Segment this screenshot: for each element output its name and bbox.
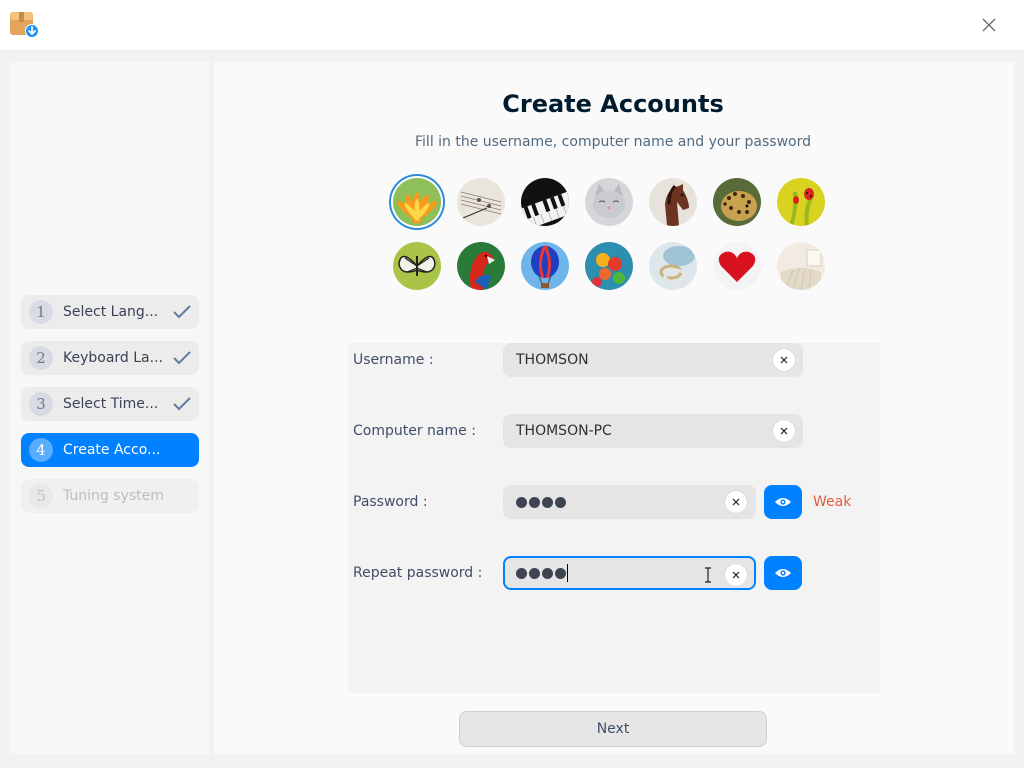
step-label: Keyboard La...: [63, 350, 163, 366]
avatar-horse[interactable]: [649, 178, 697, 226]
avatar-parrot[interactable]: [457, 242, 505, 290]
checkmark-icon: [173, 397, 191, 411]
computer-name-label: Computer name :: [353, 423, 476, 439]
repeat-password-clear-button[interactable]: [725, 564, 747, 586]
step-label: Select Lang...: [63, 304, 159, 320]
eye-icon: [775, 569, 791, 577]
clear-icon: [732, 498, 740, 506]
step-number: 3: [29, 392, 53, 416]
step-number: 2: [29, 346, 53, 370]
checkmark-icon: [173, 305, 191, 319]
username-label: Username :: [353, 352, 434, 368]
next-button[interactable]: Next: [459, 711, 767, 747]
step-select-timezone[interactable]: 3 Select Time...: [21, 387, 199, 421]
avatar-balloons[interactable]: [585, 242, 633, 290]
username-clear-button[interactable]: [773, 349, 795, 371]
clear-icon: [732, 571, 740, 579]
password-clear-button[interactable]: [725, 491, 747, 513]
repeat-password-field[interactable]: [503, 556, 756, 590]
step-label: Tuning system: [63, 488, 163, 504]
step-tuning-system: 5 Tuning system: [21, 479, 199, 513]
repeat-password-mask: [516, 567, 566, 579]
text-cursor-icon: [705, 567, 711, 583]
password-strength: Weak: [813, 494, 852, 510]
installer-package-icon: [10, 11, 40, 39]
step-keyboard-layout[interactable]: 2 Keyboard La...: [21, 341, 199, 375]
computer-name-value: THOMSON-PC: [516, 423, 612, 439]
password-show-button[interactable]: [764, 485, 802, 519]
avatar-rings[interactable]: [649, 242, 697, 290]
repeat-password-label: Repeat password :: [353, 565, 483, 581]
password-field[interactable]: [503, 485, 756, 519]
step-create-accounts[interactable]: 4 Create Acco...: [21, 433, 199, 467]
avatar-sheet-music[interactable]: [457, 178, 505, 226]
main-panel: Create Accounts Fill in the username, co…: [214, 62, 1014, 754]
password-mask: [516, 496, 566, 508]
title-bar: [0, 0, 1024, 50]
avatar-butterfly[interactable]: [393, 242, 441, 290]
page-title: Create Accounts: [502, 90, 724, 118]
avatar-heart[interactable]: [713, 242, 761, 290]
page-subtitle: Fill in the username, computer name and …: [415, 134, 811, 150]
computer-name-field[interactable]: THOMSON-PC: [503, 414, 803, 448]
step-number: 5: [29, 484, 53, 508]
clear-icon: [780, 356, 788, 364]
clear-icon: [780, 427, 788, 435]
username-field[interactable]: THOMSON: [503, 343, 803, 377]
computer-name-clear-button[interactable]: [773, 420, 795, 442]
checkmark-icon: [173, 351, 191, 365]
steps-sidebar: 1 Select Lang... 2 Keyboard La... 3 Sele…: [10, 62, 210, 754]
account-form: Username : THOMSON Computer name : THOMS…: [348, 343, 880, 693]
avatar-leopard[interactable]: [713, 178, 761, 226]
avatar-piano-keys[interactable]: [521, 178, 569, 226]
text-caret: [567, 564, 568, 582]
password-label: Password :: [353, 494, 428, 510]
avatar-ladybug[interactable]: [777, 178, 825, 226]
step-select-language[interactable]: 1 Select Lang...: [21, 295, 199, 329]
repeat-password-show-button[interactable]: [764, 556, 802, 590]
username-value: THOMSON: [516, 352, 589, 368]
avatar-bedroom[interactable]: [777, 242, 825, 290]
avatar-hot-air-balloon[interactable]: [521, 242, 569, 290]
close-button[interactable]: [976, 12, 1002, 38]
step-number: 4: [29, 438, 53, 462]
avatar-kitten[interactable]: [585, 178, 633, 226]
step-label: Create Acco...: [63, 442, 161, 458]
step-number: 1: [29, 300, 53, 324]
step-label: Select Time...: [63, 396, 159, 412]
avatar-flowers[interactable]: [393, 178, 441, 226]
close-icon: [982, 18, 996, 32]
eye-icon: [775, 498, 791, 506]
